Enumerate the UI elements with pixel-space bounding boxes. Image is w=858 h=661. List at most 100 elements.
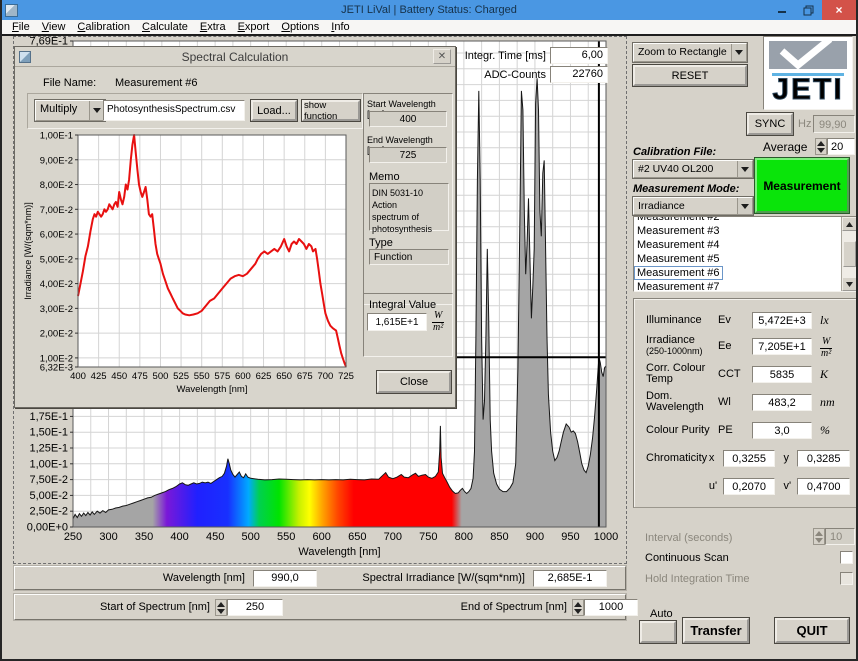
cursor-irradiance-field[interactable]: 2,685E-1	[533, 570, 607, 587]
end-of-spectrum-field[interactable]: 1000	[584, 599, 638, 616]
spectrum-range-bar: Start of Spectrum [nm] 250 End of Spectr…	[14, 594, 626, 620]
restore-button[interactable]	[795, 0, 822, 20]
menu-item-extra[interactable]: Extra	[194, 20, 232, 34]
dialog-close-button[interactable]: ✕	[433, 49, 451, 64]
cct-label: Corr. Colour Temp	[646, 363, 718, 385]
close-button[interactable]: ×	[822, 0, 856, 20]
operation-dropdown[interactable]: Multiply	[35, 100, 105, 121]
chromaticity-x-field[interactable]: 0,3255	[723, 450, 776, 467]
cursor-readout-bar: Wavelength [nm] 990,0 Spectral Irradianc…	[14, 566, 626, 590]
dialog-title: Spectral Calculation	[15, 50, 455, 64]
calculation-plot[interactable]: 4004254504755005255505756006256506757007…	[19, 131, 365, 403]
function-file-input[interactable]: PhotosynthesisSpectrum.csv	[103, 100, 245, 121]
svg-text:Irradiance [W/(sqm*nm)]: Irradiance [W/(sqm*nm)]	[23, 202, 33, 300]
measurement-mode-dropdown[interactable]: Irradiance	[633, 197, 753, 215]
memo-line: photosynthesis	[372, 223, 446, 235]
svg-text:600: 600	[313, 531, 331, 543]
client-area: 2503003504004505005506006507007508008509…	[2, 36, 856, 657]
start-of-spectrum-spinner[interactable]	[215, 599, 227, 616]
memo-line: spectrum of	[372, 211, 446, 223]
scroll-up-icon[interactable]	[842, 217, 857, 231]
hold-integration-checkbox[interactable]	[840, 572, 853, 585]
list-item[interactable]: Measurement #4	[637, 238, 841, 252]
sync-button[interactable]: SYNC	[747, 113, 793, 135]
colour-purity-unit: %	[820, 423, 850, 438]
integral-unit-denominator: m²	[432, 322, 444, 334]
scrollbar[interactable]	[841, 217, 856, 291]
average-field[interactable]: 20	[827, 138, 855, 155]
cct-field[interactable]: 5835	[752, 366, 812, 383]
list-item[interactable]: Measurement #6	[637, 266, 841, 280]
minimize-button[interactable]	[768, 0, 795, 20]
integral-value-field[interactable]: 1,615E+1	[367, 313, 427, 331]
continuous-scan-label: Continuous Scan	[645, 552, 729, 564]
jeti-logo: JETI	[763, 36, 853, 110]
illuminance-field[interactable]: 5,472E+3	[752, 312, 812, 329]
menu-item-export[interactable]: Export	[232, 20, 276, 34]
svg-text:425: 425	[91, 371, 107, 382]
scrollbar-thumb[interactable]	[843, 241, 856, 267]
calibration-file-dropdown[interactable]: #2 UV40 OL200	[633, 160, 753, 178]
chevron-down-icon[interactable]	[731, 44, 746, 61]
close-dialog-button[interactable]: Close	[377, 371, 451, 393]
chromaticity-y-field[interactable]: 0,3285	[797, 450, 850, 467]
cursor-irradiance-label: Spectral Irradiance [W/(sqm*nm)]	[333, 572, 525, 584]
dialog-title-bar[interactable]: Spectral Calculation ✕	[15, 47, 455, 67]
chevron-down-icon[interactable]	[737, 198, 752, 214]
auto-button[interactable]	[640, 621, 676, 643]
quit-button[interactable]: QUIT	[775, 618, 849, 643]
menu-item-options[interactable]: Options	[275, 20, 325, 34]
irradiance-field[interactable]: 7,205E+1	[752, 338, 812, 355]
list-item[interactable]: Measurement #2	[637, 216, 841, 224]
integration-time-field[interactable]: 6,00	[550, 47, 608, 64]
reset-button[interactable]: RESET	[633, 65, 747, 86]
svg-text:1,00E-1: 1,00E-1	[29, 458, 68, 470]
show-function-button[interactable]: show function	[302, 100, 360, 121]
transfer-button[interactable]: Transfer	[683, 618, 749, 643]
chromaticity-v-label: v'	[783, 480, 797, 492]
menu-item-calibration[interactable]: Calibration	[71, 20, 136, 34]
cursor-wavelength-field[interactable]: 990,0	[253, 570, 317, 587]
menu-item-file[interactable]: File	[6, 20, 36, 34]
auto-label: Auto	[650, 608, 673, 620]
svg-text:625: 625	[256, 371, 272, 382]
menu-item-info[interactable]: Info	[325, 20, 355, 34]
svg-text:1,50E-1: 1,50E-1	[29, 427, 68, 439]
average-spinner[interactable]	[815, 138, 827, 155]
hz-label: Hz	[798, 118, 811, 130]
end-of-spectrum-spinner[interactable]	[572, 599, 584, 616]
adc-counts-field[interactable]: 22760	[550, 66, 608, 83]
svg-text:3,00E-2: 3,00E-2	[40, 304, 73, 315]
end-wavelength-field[interactable]: 725	[369, 147, 447, 163]
list-item[interactable]: Measurement #5	[637, 252, 841, 266]
svg-text:500: 500	[241, 531, 259, 543]
start-of-spectrum-field[interactable]: 250	[227, 599, 283, 616]
measurement-mode-label: Measurement Mode:	[633, 183, 739, 195]
menu-item-calculate[interactable]: Calculate	[136, 20, 194, 34]
colour-purity-label: Colour Purity	[646, 425, 718, 436]
list-item[interactable]: Measurement #7	[637, 280, 841, 292]
cursor-wavelength-label: Wavelength [nm]	[145, 572, 245, 584]
measurement-button[interactable]: Measurement	[755, 158, 849, 213]
svg-text:575: 575	[214, 371, 230, 382]
chromaticity-v-field[interactable]: 0,4700	[797, 478, 850, 495]
measurement-listbox[interactable]: Measurement #2Measurement #3Measurement …	[633, 216, 857, 292]
menu-item-view[interactable]: View	[36, 20, 72, 34]
irradiance-label: Irradiance (250-1000nm)	[646, 335, 718, 357]
colour-purity-field[interactable]: 3,0	[752, 422, 812, 439]
dominant-wavelength-symbol: Wl	[718, 396, 752, 408]
continuous-scan-checkbox[interactable]	[840, 551, 853, 564]
zoom-mode-dropdown[interactable]: Zoom to Rectangle	[633, 43, 747, 62]
chevron-down-icon[interactable]	[737, 161, 752, 177]
reset-button-label: RESET	[672, 70, 709, 82]
scroll-down-icon[interactable]	[842, 277, 857, 291]
chromaticity-u-field[interactable]: 0,2070	[723, 478, 776, 495]
load-button[interactable]: Load...	[251, 100, 297, 121]
svg-text:7,50E-2: 7,50E-2	[29, 474, 68, 486]
start-wavelength-field[interactable]: 400	[369, 111, 447, 127]
integral-unit-numerator: W	[434, 311, 442, 322]
chevron-down-icon[interactable]	[89, 101, 104, 120]
dominant-wavelength-field[interactable]: 483,2	[752, 394, 812, 411]
sync-button-label: SYNC	[755, 118, 786, 130]
list-item[interactable]: Measurement #3	[637, 224, 841, 238]
